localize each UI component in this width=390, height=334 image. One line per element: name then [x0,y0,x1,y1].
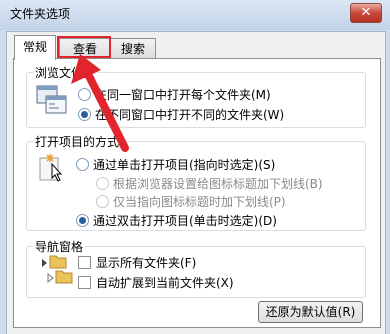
annotation-arrow-icon [71,54,129,152]
